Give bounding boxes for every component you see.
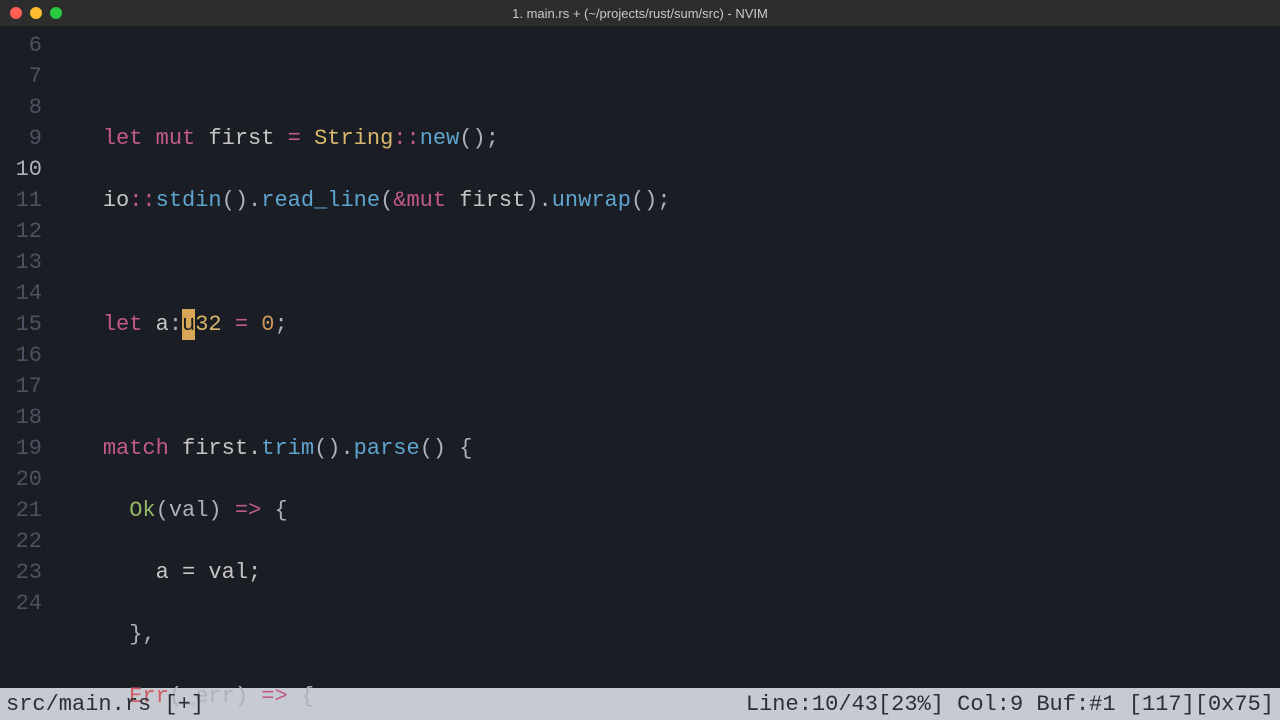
line-number: 18 <box>0 402 42 433</box>
line-number: 11 <box>0 185 42 216</box>
line-number: 14 <box>0 278 42 309</box>
cursor: u <box>182 309 195 340</box>
code-line[interactable]: match first.trim().parse() { <box>50 433 1280 464</box>
window-title: 1. main.rs + (~/projects/rust/sum/src) -… <box>0 6 1280 21</box>
line-number: 21 <box>0 495 42 526</box>
line-number: 9 <box>0 123 42 154</box>
code-line[interactable]: }, <box>50 619 1280 650</box>
editor-area[interactable]: 6789101112131415161718192021222324 let m… <box>0 26 1280 688</box>
code-line[interactable] <box>50 371 1280 402</box>
line-number: 22 <box>0 526 42 557</box>
code-content[interactable]: let mut first = String::new(); io::stdin… <box>50 30 1280 688</box>
line-number: 15 <box>0 309 42 340</box>
line-number: 8 <box>0 92 42 123</box>
line-number: 12 <box>0 216 42 247</box>
code-line[interactable] <box>50 247 1280 278</box>
line-number: 10 <box>0 154 42 185</box>
code-line[interactable] <box>50 61 1280 92</box>
status-position: Line:10/43[23%] Col:9 Buf:#1 [117][0x75] <box>746 692 1274 717</box>
line-number: 24 <box>0 588 42 619</box>
line-number: 16 <box>0 340 42 371</box>
code-line-current[interactable]: let a:u32 = 0; <box>50 309 1280 340</box>
code-line[interactable]: a = val; <box>50 557 1280 588</box>
line-number: 6 <box>0 30 42 61</box>
line-number: 7 <box>0 61 42 92</box>
window-titlebar: 1. main.rs + (~/projects/rust/sum/src) -… <box>0 0 1280 26</box>
line-number: 13 <box>0 247 42 278</box>
code-line[interactable]: let mut first = String::new(); <box>50 123 1280 154</box>
line-number: 20 <box>0 464 42 495</box>
code-line[interactable]: io::stdin().read_line(&mut first).unwrap… <box>50 185 1280 216</box>
code-line[interactable]: Ok(val) => { <box>50 495 1280 526</box>
line-number: 23 <box>0 557 42 588</box>
line-number-gutter: 6789101112131415161718192021222324 <box>0 30 50 688</box>
line-number: 19 <box>0 433 42 464</box>
status-filename: src/main.rs [+] <box>6 692 204 717</box>
line-number: 17 <box>0 371 42 402</box>
